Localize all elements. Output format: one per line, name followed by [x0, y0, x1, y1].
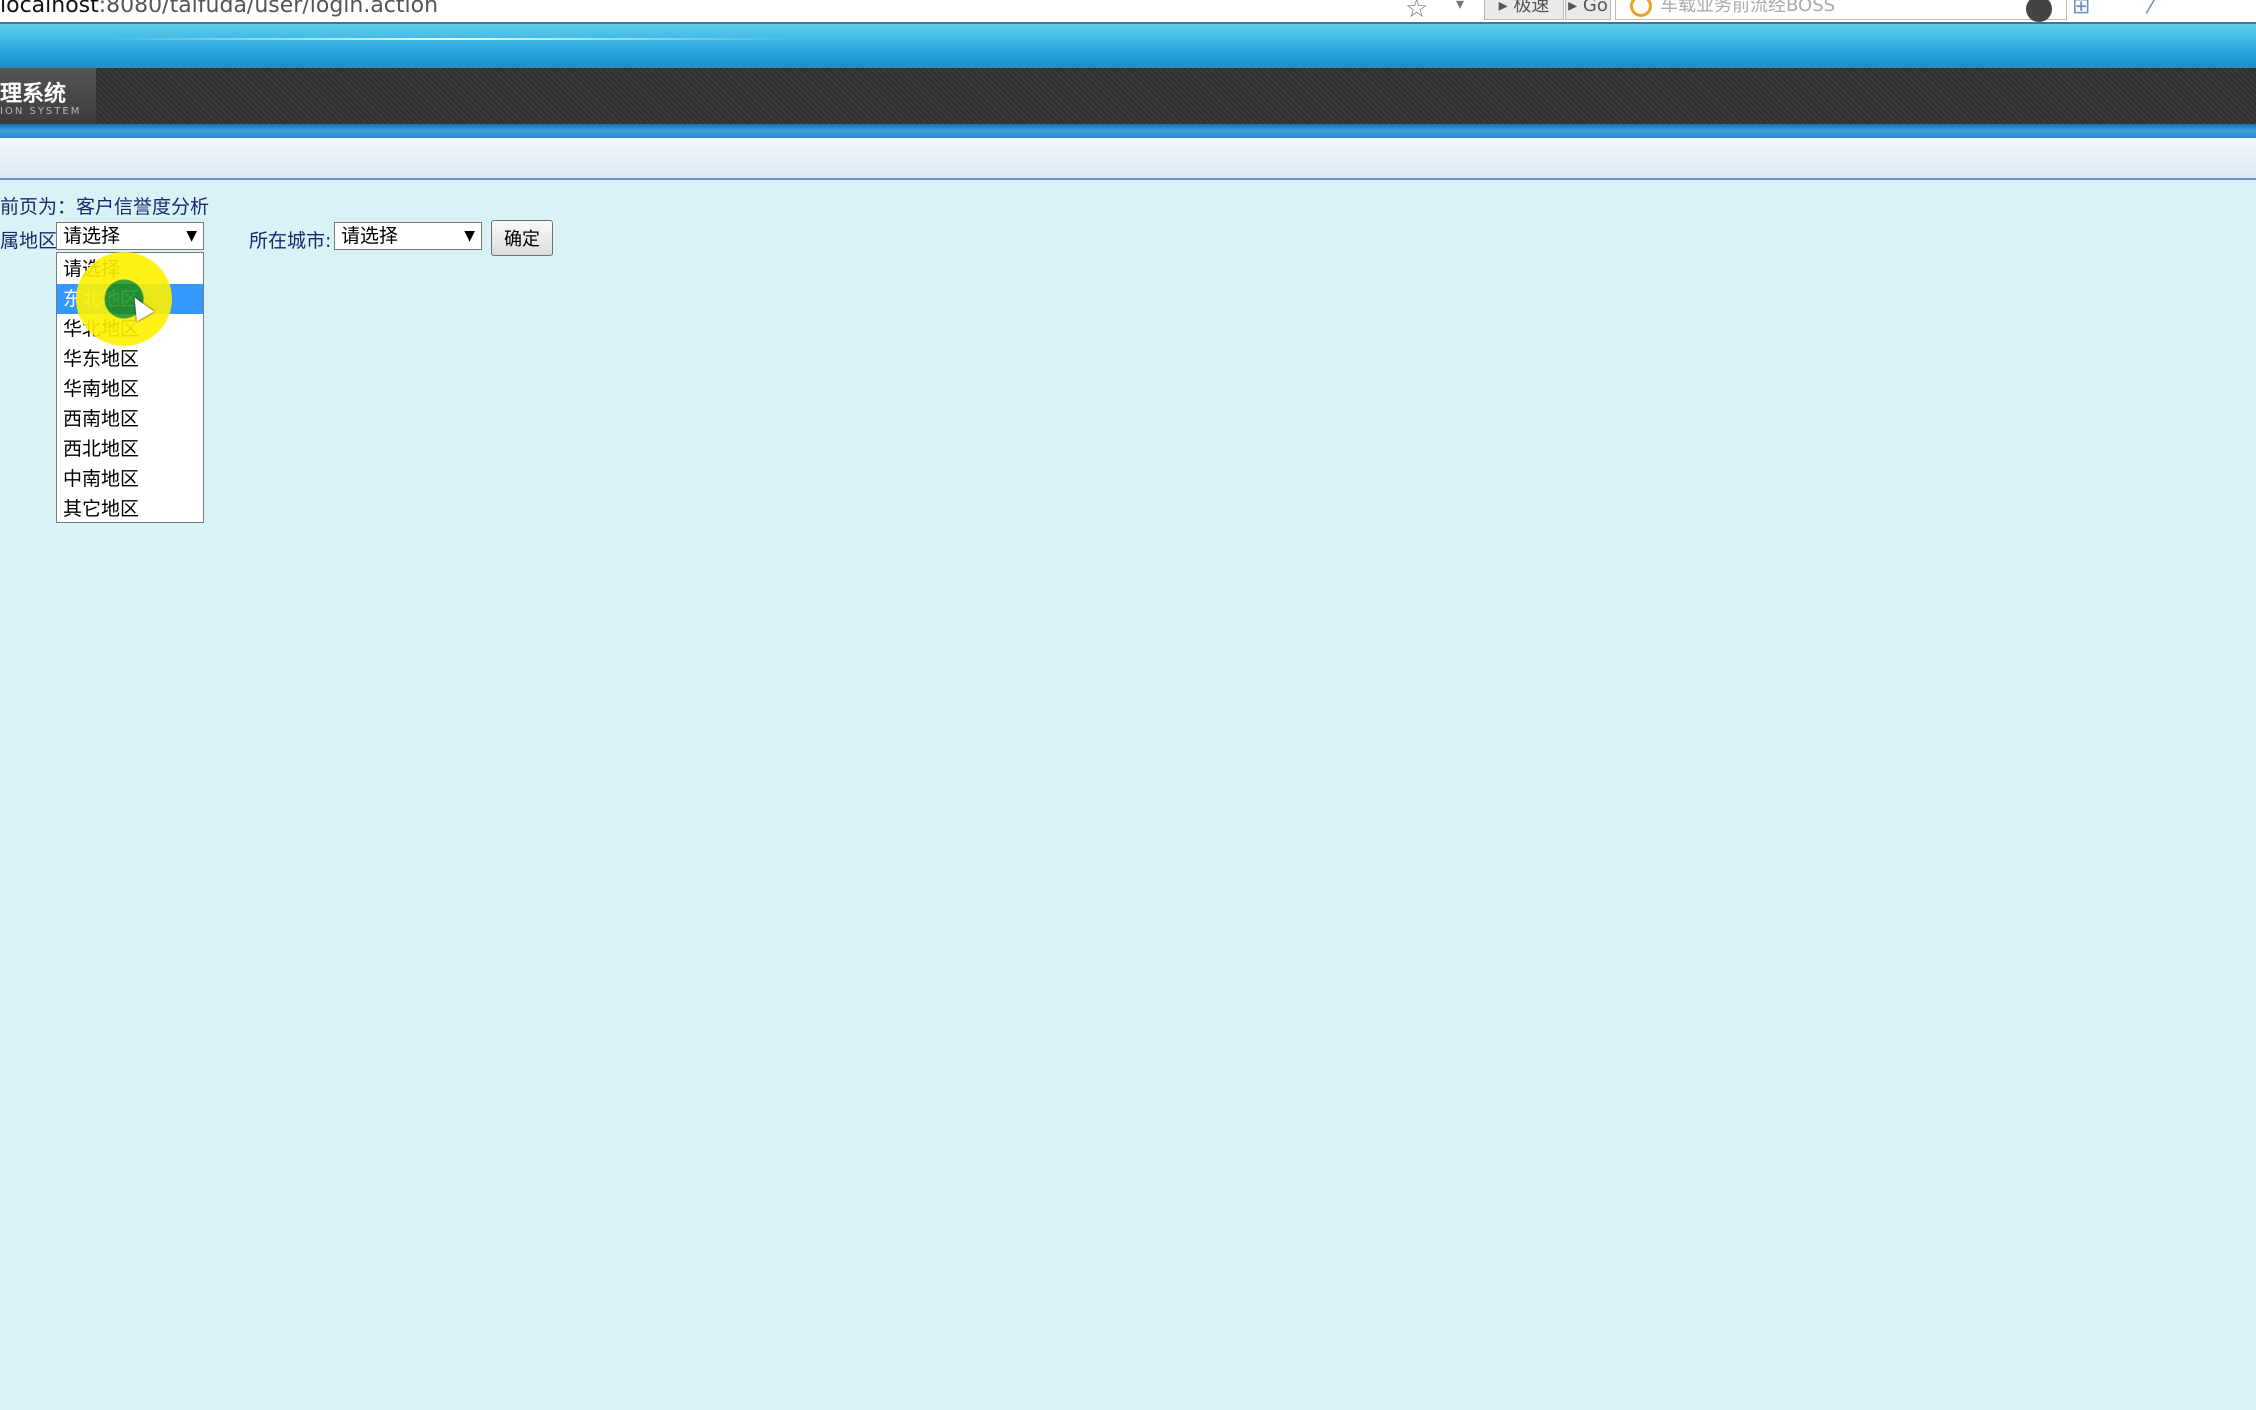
region-label: 属地区:	[0, 230, 64, 252]
url-host: localhost	[0, 0, 99, 18]
search-input[interactable]: 车载业务前流经BOSS	[1615, 0, 2067, 20]
region-option[interactable]: 华北地区	[57, 314, 203, 344]
system-title: 理系统	[0, 82, 67, 107]
select-arrow-icon: ▼	[186, 228, 197, 244]
region-option[interactable]: 华南地区	[57, 374, 203, 404]
chevron-down-icon[interactable]: ▾	[1456, 0, 1464, 13]
top-bar-highlight	[100, 38, 800, 40]
search-engine-icon	[1630, 0, 1652, 17]
system-subtitle: ION SYSTEM	[0, 106, 82, 117]
banner: 理系统 ION SYSTEM	[0, 68, 2256, 124]
city-label: 所在城市:	[249, 230, 332, 252]
region-option[interactable]: 中南地区	[57, 464, 203, 494]
region-option[interactable]: 请选择	[57, 254, 203, 284]
city-select-value: 请选择	[341, 225, 399, 247]
browser-toolbar: localhost:8080/taifuda/user/login.action…	[0, 0, 2256, 24]
go-button[interactable]: ▸ Go	[1565, 0, 1611, 20]
star-icon[interactable]: ☆	[1405, 0, 1428, 22]
region-option[interactable]: 西南地区	[57, 404, 203, 434]
region-select[interactable]: 请选择 ▼	[56, 222, 204, 250]
region-options-list: 请选择 东北地区 华北地区 华东地区 华南地区 西南地区 西北地区 中南地区 其…	[56, 252, 204, 523]
select-arrow-icon: ▼	[464, 228, 475, 244]
breadcrumb: 前页为：客户信誉度分析	[0, 196, 210, 218]
nav-strip	[0, 138, 2256, 180]
logo-panel: 理系统 ION SYSTEM	[0, 68, 96, 124]
region-select-value: 请选择	[63, 225, 121, 247]
address-bar[interactable]: localhost:8080/taifuda/user/login.action	[0, 0, 1480, 20]
url-path: :8080/taifuda/user/login.action	[98, 0, 439, 18]
speed-mode-button[interactable]: ▸ 极速	[1484, 0, 1564, 20]
confirm-button[interactable]: 确定	[491, 220, 553, 256]
region-option[interactable]: 西北地区	[57, 434, 203, 464]
city-select[interactable]: 请选择 ▼	[334, 222, 482, 250]
top-bar	[0, 24, 2256, 68]
region-option[interactable]: 华东地区	[57, 344, 203, 374]
region-option[interactable]: 其它地区	[57, 494, 203, 524]
search-placeholder: 车载业务前流经BOSS	[1660, 0, 1836, 16]
header-stripe	[0, 124, 2256, 138]
toolbar-icons[interactable]: ⊞ ⁄ ♻ ◐	[2072, 0, 2256, 22]
